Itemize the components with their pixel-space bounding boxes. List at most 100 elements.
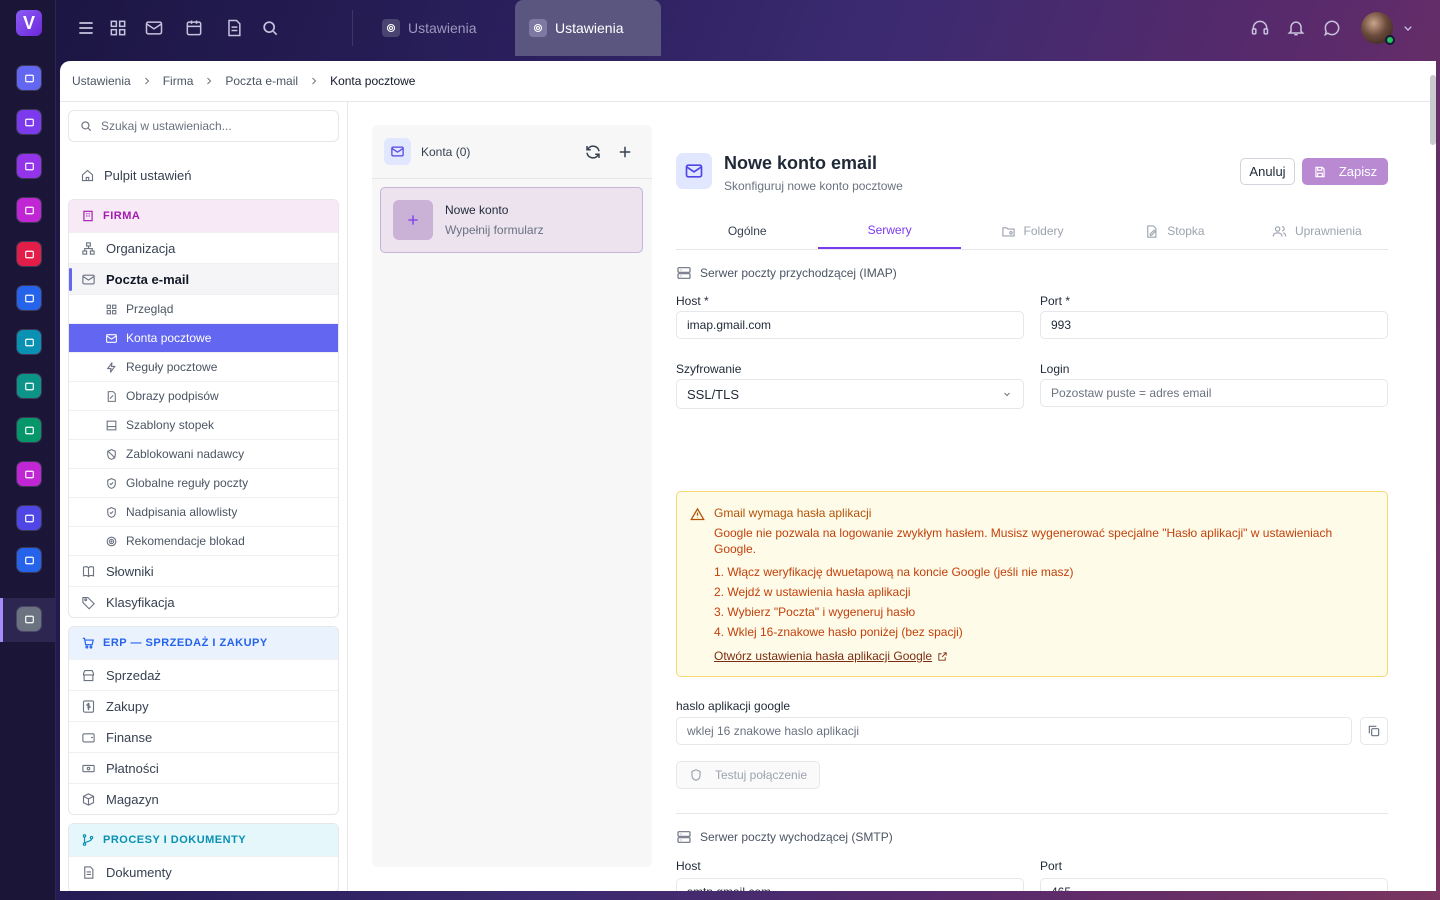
tab-stopka[interactable]: Stopka: [1103, 213, 1245, 249]
mail-icon[interactable]: [17, 66, 41, 90]
app-rail: V: [0, 0, 56, 900]
mail-icon: [384, 138, 411, 165]
tab-settings-inactive[interactable]: Ustawienia: [368, 10, 476, 46]
sidebar-subitem-label: Przegląd: [126, 302, 174, 316]
shield-icon: [691, 769, 701, 781]
smtp-host-input[interactable]: [676, 878, 1024, 891]
document-icon[interactable]: [224, 18, 244, 38]
search-input[interactable]: [101, 119, 321, 133]
bank-icon[interactable]: [17, 330, 41, 354]
folder-cog-icon: [1001, 226, 1015, 236]
sidebar-subitem-zablokowani[interactable]: Zablokowani nadawcy: [69, 439, 338, 468]
search-icon[interactable]: [260, 18, 280, 38]
breadcrumb-item[interactable]: Ustawienia: [72, 74, 131, 88]
sidebar-subitem-rekomendacje[interactable]: Rekomendacje blokad: [69, 526, 338, 555]
sidebar-subitem-nadpisania[interactable]: Nadpisania allowlisty: [69, 497, 338, 526]
grid-icon: [106, 304, 117, 314]
sidebar-item-dashboard[interactable]: Pulpit ustawień: [68, 160, 339, 190]
divider: [676, 813, 1388, 814]
encryption-select[interactable]: SSL/TLS: [676, 379, 1024, 409]
bar-chart-icon[interactable]: [17, 506, 41, 530]
sidebar-item-dokumenty[interactable]: Dokumenty: [69, 856, 338, 887]
breadcrumb-item[interactable]: Poczta e-mail: [225, 74, 298, 88]
sidebar-item-organizacja[interactable]: Organizacja: [69, 232, 338, 263]
sidebar-subitem-przeglad[interactable]: Przegląd: [69, 294, 338, 323]
apps-grid-icon[interactable]: [108, 18, 128, 38]
refresh-icon[interactable]: [584, 143, 602, 161]
piggy-bank-icon[interactable]: [17, 374, 41, 398]
shopping-bag-icon[interactable]: [17, 286, 41, 310]
mail-icon: [106, 333, 117, 343]
group-header-firma[interactable]: FIRMA: [69, 200, 338, 232]
chat-icon[interactable]: [1322, 18, 1342, 38]
sidebar-item-platnosci[interactable]: Płatności: [69, 752, 338, 783]
lightning-icon: [106, 361, 116, 373]
external-link-icon: [938, 651, 947, 661]
sidebar-subitem-label: Rekomendacje blokad: [126, 534, 245, 548]
top-bar: Ustawienia Ustawienia: [56, 0, 1440, 56]
wrench-icon[interactable]: [17, 242, 41, 266]
tab-uprawnienia[interactable]: Uprawnienia: [1246, 213, 1388, 249]
clock-icon[interactable]: [17, 462, 41, 486]
mail-icon[interactable]: [144, 18, 164, 38]
sidebar-item-magazyn[interactable]: Magazyn: [69, 783, 338, 814]
sidebar-subitem-konta[interactable]: Konta pocztowe: [69, 323, 338, 352]
sidebar-subitem-label: Obrazy podpisów: [126, 389, 219, 403]
sidebar-item-poczta[interactable]: Poczta e-mail: [69, 263, 338, 294]
imap-port-input[interactable]: [1040, 311, 1388, 339]
smtp-section-header: Serwer poczty wychodzącej (SMTP): [676, 829, 893, 845]
alert-step: 3. Wybierz "Poczta" i wygeneruj hasło: [714, 605, 916, 619]
tab-foldery[interactable]: Foldery: [961, 213, 1103, 249]
login-input[interactable]: [1040, 379, 1388, 407]
sidebar-subitem-label: Szablony stopek: [126, 418, 215, 432]
tab-settings-active[interactable]: Ustawienia: [515, 0, 661, 56]
sidebar-item-zakupy[interactable]: Zakupy: [69, 690, 338, 721]
imap-host-input[interactable]: [676, 311, 1024, 339]
settings-icon[interactable]: [17, 607, 41, 631]
sidebar-subitem-reguly[interactable]: Reguły pocztowe: [69, 352, 338, 381]
sidebar-subitem-szablony[interactable]: Szablony stopek: [69, 410, 338, 439]
app-logo[interactable]: V: [16, 10, 42, 36]
cancel-button[interactable]: Anuluj: [1240, 158, 1295, 185]
headset-icon[interactable]: [1250, 18, 1270, 38]
group-header-erp[interactable]: ERP — SPRZEDAŻ I ZAKUPY: [69, 627, 338, 659]
bell-icon[interactable]: [1286, 18, 1306, 38]
target-icon[interactable]: [17, 198, 41, 222]
tab-label: Ustawienia: [408, 20, 477, 36]
home-icon: [81, 169, 94, 181]
cart-icon: [82, 637, 94, 649]
save-button[interactable]: Zapisz: [1302, 158, 1388, 185]
avatar[interactable]: [1361, 12, 1395, 45]
tab-ogolne[interactable]: Ogólne: [676, 213, 818, 249]
scrollbar[interactable]: [1430, 75, 1436, 145]
app-password-label: haslo aplikacji google: [676, 699, 791, 713]
breadcrumb-item[interactable]: Firma: [163, 74, 194, 88]
document-icon[interactable]: [17, 110, 41, 134]
group-header-procesy[interactable]: PROCESY I DOKUMENTY: [69, 824, 338, 856]
add-account-icon[interactable]: [616, 143, 634, 161]
org-chart-icon: [82, 241, 95, 255]
sidebar-item-sprzedaz[interactable]: Sprzedaż: [69, 659, 338, 690]
sidebar-subitem-obrazy[interactable]: Obrazy podpisów: [69, 381, 338, 410]
app-password-input[interactable]: [676, 717, 1352, 745]
chevron-down-icon[interactable]: [1400, 20, 1416, 36]
clipboard-icon[interactable]: [17, 548, 41, 572]
test-connection-button[interactable]: Testuj połączenie: [676, 761, 820, 789]
google-app-password-link[interactable]: Otwórz ustawienia hasła aplikacji Google: [714, 649, 948, 663]
tab-serwery[interactable]: Serwery: [818, 213, 961, 249]
warehouse-icon[interactable]: [17, 418, 41, 442]
calendar-icon[interactable]: [184, 18, 204, 38]
sidebar-item-slowniki[interactable]: Słowniki: [69, 555, 338, 586]
sidebar-subitem-globalne[interactable]: Globalne reguły poczty: [69, 468, 338, 497]
folder-search-icon[interactable]: [17, 154, 41, 178]
sidebar-item-finanse[interactable]: Finanse: [69, 721, 338, 752]
save-label: Zapisz: [1338, 164, 1378, 179]
menu-icon[interactable]: [76, 18, 96, 38]
new-account-card[interactable]: Nowe konto Wypełnij formularz: [380, 187, 643, 253]
smtp-port-input[interactable]: [1040, 878, 1388, 891]
sidebar-item-klasyfikacja[interactable]: Klasyfikacja: [69, 586, 338, 617]
group-erp: ERP — SPRZEDAŻ I ZAKUPY Sprzedaż Zakupy …: [68, 626, 339, 815]
copy-button[interactable]: [1360, 717, 1388, 745]
chevron-right-icon: [312, 77, 317, 85]
chevron-right-icon: [207, 77, 212, 85]
